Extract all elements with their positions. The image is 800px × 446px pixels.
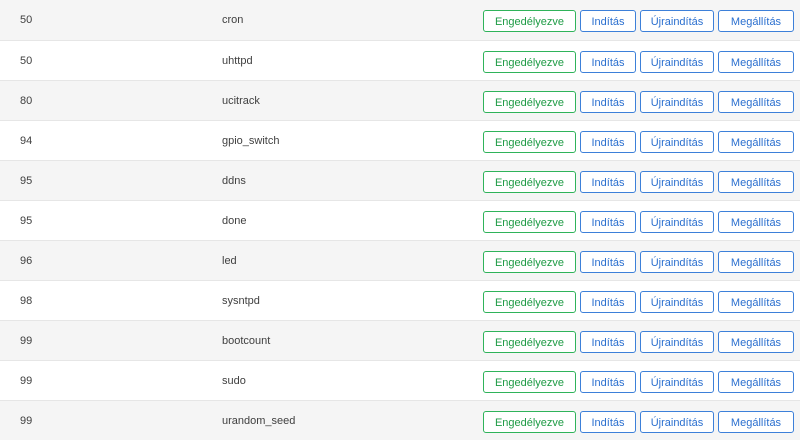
service-priority: 50 — [20, 55, 33, 67]
enabled-button[interactable]: Engedélyezve — [483, 331, 576, 353]
stop-button[interactable]: Megállítás — [718, 251, 794, 273]
start-button[interactable]: Indítás — [580, 171, 636, 193]
table-row: 98 sysntpd Engedélyezve Indítás Újraindí… — [0, 280, 800, 320]
start-button[interactable]: Indítás — [580, 291, 636, 313]
restart-button[interactable]: Újraindítás — [640, 211, 714, 233]
service-priority: 99 — [20, 415, 33, 427]
enabled-button[interactable]: Engedélyezve — [483, 10, 576, 32]
restart-button[interactable]: Újraindítás — [640, 331, 714, 353]
start-button[interactable]: Indítás — [580, 51, 636, 73]
restart-button[interactable]: Újraindítás — [640, 91, 714, 113]
start-button[interactable]: Indítás — [580, 91, 636, 113]
enabled-button[interactable]: Engedélyezve — [483, 211, 576, 233]
table-row: 96 led Engedélyezve Indítás Újraindítás … — [0, 240, 800, 280]
enabled-button[interactable]: Engedélyezve — [483, 411, 576, 433]
start-button[interactable]: Indítás — [580, 131, 636, 153]
start-button[interactable]: Indítás — [580, 10, 636, 32]
service-name: uhttpd — [222, 55, 253, 67]
service-priority: 50 — [20, 14, 33, 26]
stop-button[interactable]: Megállítás — [718, 91, 794, 113]
table-row: 80 ucitrack Engedélyezve Indítás Újraind… — [0, 80, 800, 120]
service-name: cron — [222, 14, 244, 26]
restart-button[interactable]: Újraindítás — [640, 411, 714, 433]
start-button[interactable]: Indítás — [580, 251, 636, 273]
service-name: led — [222, 255, 237, 267]
table-row: 95 done Engedélyezve Indítás Újraindítás… — [0, 200, 800, 240]
enabled-button[interactable]: Engedélyezve — [483, 251, 576, 273]
table-row: 99 sudo Engedélyezve Indítás Újraindítás… — [0, 360, 800, 400]
service-name: ucitrack — [222, 95, 260, 107]
enabled-button[interactable]: Engedélyezve — [483, 51, 576, 73]
service-name: bootcount — [222, 335, 271, 347]
stop-button[interactable]: Megállítás — [718, 131, 794, 153]
service-priority: 98 — [20, 295, 33, 307]
restart-button[interactable]: Újraindítás — [640, 371, 714, 393]
restart-button[interactable]: Újraindítás — [640, 291, 714, 313]
service-name: urandom_seed — [222, 415, 296, 427]
restart-button[interactable]: Újraindítás — [640, 51, 714, 73]
enabled-button[interactable]: Engedélyezve — [483, 131, 576, 153]
startup-services-table: 50 cron Engedélyezve Indítás Újraindítás… — [0, 0, 800, 446]
restart-button[interactable]: Újraindítás — [640, 10, 714, 32]
stop-button[interactable]: Megállítás — [718, 371, 794, 393]
enabled-button[interactable]: Engedélyezve — [483, 91, 576, 113]
restart-button[interactable]: Újraindítás — [640, 251, 714, 273]
table-row: 99 bootcount Engedélyezve Indítás Újrain… — [0, 320, 800, 360]
restart-button[interactable]: Újraindítás — [640, 131, 714, 153]
stop-button[interactable]: Megállítás — [718, 171, 794, 193]
service-name: ddns — [222, 175, 246, 187]
enabled-button[interactable]: Engedélyezve — [483, 171, 576, 193]
service-priority: 99 — [20, 335, 33, 347]
service-priority: 96 — [20, 255, 33, 267]
service-name: sysntpd — [222, 295, 260, 307]
service-name: done — [222, 215, 247, 227]
service-priority: 95 — [20, 175, 33, 187]
table-row: 50 uhttpd Engedélyezve Indítás Újraindít… — [0, 40, 800, 80]
stop-button[interactable]: Megállítás — [718, 411, 794, 433]
start-button[interactable]: Indítás — [580, 371, 636, 393]
service-priority: 99 — [20, 375, 33, 387]
stop-button[interactable]: Megállítás — [718, 291, 794, 313]
service-priority: 80 — [20, 95, 33, 107]
enabled-button[interactable]: Engedélyezve — [483, 371, 576, 393]
table-row: 50 cron Engedélyezve Indítás Újraindítás… — [0, 0, 800, 40]
stop-button[interactable]: Megállítás — [718, 51, 794, 73]
service-name: sudo — [222, 375, 246, 387]
service-name: gpio_switch — [222, 135, 280, 147]
enabled-button[interactable]: Engedélyezve — [483, 291, 576, 313]
restart-button[interactable]: Újraindítás — [640, 171, 714, 193]
service-priority: 94 — [20, 135, 33, 147]
table-row: 95 ddns Engedélyezve Indítás Újraindítás… — [0, 160, 800, 200]
stop-button[interactable]: Megállítás — [718, 10, 794, 32]
service-priority: 95 — [20, 215, 33, 227]
stop-button[interactable]: Megállítás — [718, 331, 794, 353]
stop-button[interactable]: Megállítás — [718, 211, 794, 233]
start-button[interactable]: Indítás — [580, 331, 636, 353]
table-row: 94 gpio_switch Engedélyezve Indítás Újra… — [0, 120, 800, 160]
table-row: 99 urandom_seed Engedélyezve Indítás Újr… — [0, 400, 800, 440]
start-button[interactable]: Indítás — [580, 411, 636, 433]
start-button[interactable]: Indítás — [580, 211, 636, 233]
